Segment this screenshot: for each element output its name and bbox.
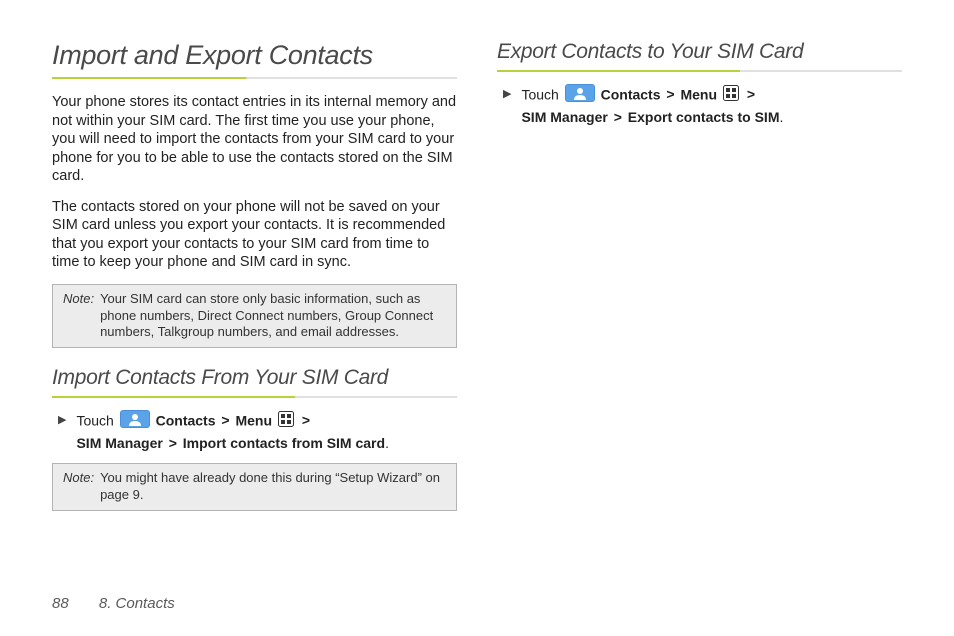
gt-separator: > xyxy=(169,435,177,451)
step-import-label: Import contacts from SIM card xyxy=(183,435,385,451)
step-body: Touch Contacts > Menu xyxy=(521,84,902,128)
gt-separator: > xyxy=(221,412,229,428)
left-column: Import and Export Contacts Your phone st… xyxy=(52,40,457,521)
heading-export-to-sim: Export Contacts to Your SIM Card xyxy=(497,40,902,64)
subheading-divider xyxy=(497,70,902,72)
gt-separator: > xyxy=(302,412,310,428)
contacts-app-icon xyxy=(565,84,595,107)
note-box-setup-wizard: Note: You might have already done this d… xyxy=(52,463,457,510)
subheading-divider xyxy=(52,396,457,398)
note-label: Note: xyxy=(63,470,94,503)
contacts-app-icon xyxy=(120,410,150,433)
heading-divider xyxy=(52,77,457,79)
step-sim-manager-label: SIM Manager xyxy=(521,109,607,125)
note-text: Your SIM card can store only basic infor… xyxy=(100,291,446,341)
step-export-label: Export contacts to SIM xyxy=(628,109,780,125)
step-contacts-label: Contacts xyxy=(156,412,216,428)
step-menu-label: Menu xyxy=(235,412,272,428)
gt-separator: > xyxy=(747,86,755,102)
step-menu-label: Menu xyxy=(680,86,717,102)
note-label: Note: xyxy=(63,291,94,341)
note-box-sim-basic-info: Note: Your SIM card can store only basic… xyxy=(52,284,457,348)
menu-icon xyxy=(278,411,294,432)
step-bullet-icon: ▶ xyxy=(503,84,511,128)
right-column: Export Contacts to Your SIM Card ▶ Touch… xyxy=(497,40,902,521)
page-footer: 88 8. Contacts xyxy=(52,595,175,612)
step-touch-label: Touch xyxy=(521,86,558,102)
step-period: . xyxy=(779,109,783,125)
gt-separator: > xyxy=(666,86,674,102)
step-import: ▶ Touch Contacts > Menu xyxy=(52,410,457,454)
section-name: 8. Contacts xyxy=(99,595,175,612)
heading-import-from-sim: Import Contacts From Your SIM Card xyxy=(52,366,457,390)
gt-separator: > xyxy=(614,109,622,125)
step-bullet-icon: ▶ xyxy=(58,410,66,454)
menu-icon xyxy=(723,85,739,106)
step-body: Touch Contacts > Menu xyxy=(76,410,457,454)
step-period: . xyxy=(385,435,389,451)
paragraph-intro-1: Your phone stores its contact entries in… xyxy=(52,93,457,186)
step-export: ▶ Touch Contacts > Menu xyxy=(497,84,902,128)
heading-import-export: Import and Export Contacts xyxy=(52,40,457,71)
step-touch-label: Touch xyxy=(76,412,113,428)
step-sim-manager-label: SIM Manager xyxy=(76,435,162,451)
paragraph-intro-2: The contacts stored on your phone will n… xyxy=(52,198,457,272)
note-text: You might have already done this during … xyxy=(100,470,446,503)
page-number: 88 xyxy=(52,595,69,612)
step-contacts-label: Contacts xyxy=(601,86,661,102)
